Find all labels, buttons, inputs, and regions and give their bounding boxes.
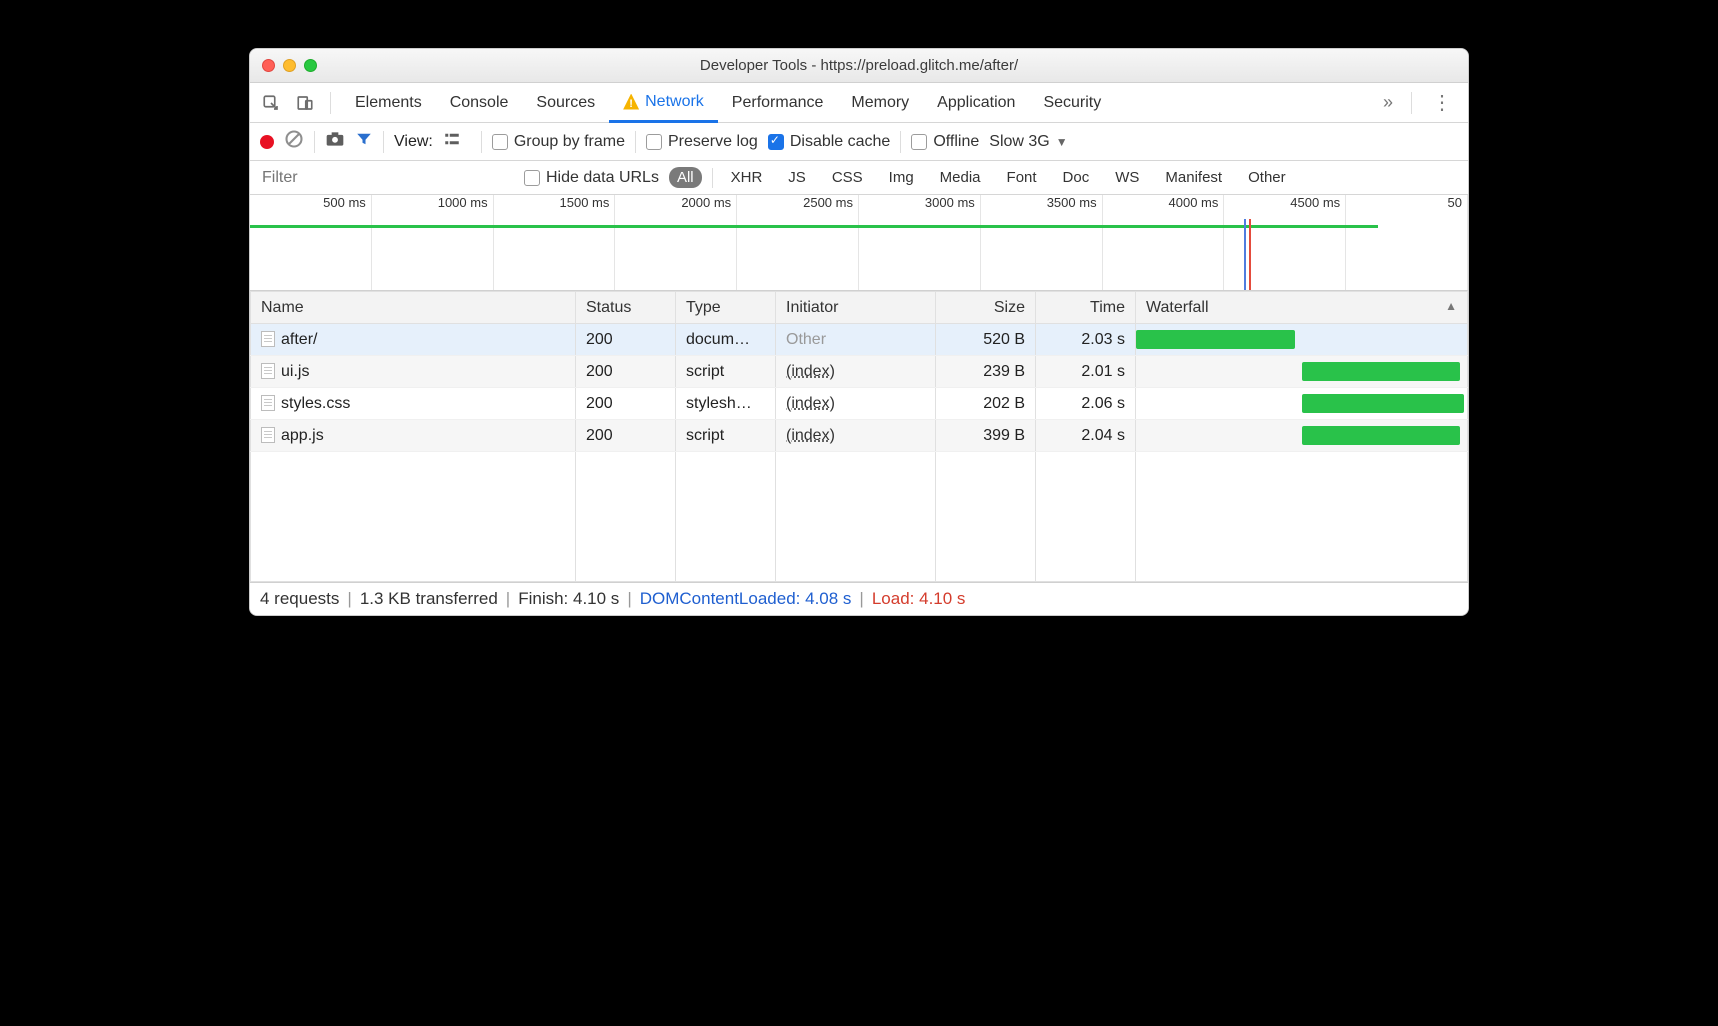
- type-filter-font[interactable]: Font: [999, 167, 1045, 188]
- initiator-link[interactable]: (index): [786, 395, 835, 412]
- type-filter-media[interactable]: Media: [932, 167, 989, 188]
- tab-console[interactable]: Console: [436, 83, 523, 122]
- timeline-activity-line: [250, 225, 1378, 228]
- throttling-select[interactable]: Slow 3G ▼: [989, 133, 1067, 151]
- timeline-tick: 50: [1346, 195, 1468, 219]
- clear-icon[interactable]: [284, 129, 304, 154]
- table-empty-area: [250, 452, 1468, 582]
- filter-input[interactable]: [254, 165, 514, 191]
- device-toggle-icon[interactable]: [290, 88, 320, 118]
- view-label: View:: [394, 133, 433, 151]
- disable-cache-checkbox[interactable]: Disable cache: [768, 133, 891, 151]
- tab-security[interactable]: Security: [1029, 83, 1115, 122]
- timeline-tick: 1000 ms: [372, 195, 494, 219]
- status-load: Load: 4.10 s: [872, 589, 966, 609]
- table-row[interactable]: ui.js200script(index)239 B2.01 s: [251, 356, 1468, 388]
- type-filter-ws[interactable]: WS: [1107, 167, 1147, 188]
- devtools-window: Developer Tools - https://preload.glitch…: [249, 48, 1469, 616]
- domcontentloaded-marker: [1244, 219, 1246, 290]
- type-filter-doc[interactable]: Doc: [1055, 167, 1098, 188]
- column-time[interactable]: Time: [1036, 292, 1136, 324]
- type-filter-xhr[interactable]: XHR: [723, 167, 771, 188]
- timeline-tick: 2500 ms: [737, 195, 859, 219]
- timeline-tick: 500 ms: [250, 195, 372, 219]
- waterfall-bar: [1302, 426, 1461, 445]
- initiator-link[interactable]: (index): [786, 427, 835, 444]
- main-tabs: ElementsConsoleSources!NetworkPerformanc…: [250, 83, 1468, 123]
- status-bar: 4 requests| 1.3 KB transferred| Finish: …: [250, 582, 1468, 615]
- inspect-icon[interactable]: [256, 88, 286, 118]
- status-dcl: DOMContentLoaded: 4.08 s: [640, 589, 852, 609]
- kebab-menu-icon[interactable]: ⋮: [1422, 90, 1462, 115]
- type-filter-img[interactable]: Img: [881, 167, 922, 188]
- record-button[interactable]: [260, 135, 274, 149]
- status-requests: 4 requests: [260, 589, 339, 609]
- preserve-log-checkbox[interactable]: Preserve log: [646, 133, 758, 151]
- waterfall-bar: [1136, 330, 1295, 349]
- waterfall-bar: [1302, 394, 1464, 413]
- more-tabs-chevron-icon[interactable]: »: [1375, 92, 1401, 113]
- network-toolbar: View: Group by frame Preserve log Disabl…: [250, 123, 1468, 161]
- type-filter-other[interactable]: Other: [1240, 167, 1294, 188]
- maximize-icon[interactable]: [304, 59, 317, 72]
- file-icon: [261, 427, 275, 443]
- screenshot-icon[interactable]: [325, 129, 345, 154]
- column-type[interactable]: Type: [676, 292, 776, 324]
- group-by-frame-checkbox[interactable]: Group by frame: [492, 133, 625, 151]
- large-rows-icon[interactable]: [443, 130, 461, 153]
- tab-performance[interactable]: Performance: [718, 83, 838, 122]
- load-marker: [1249, 219, 1251, 290]
- initiator-link[interactable]: (index): [786, 363, 835, 380]
- timeline-tick: 4000 ms: [1103, 195, 1225, 219]
- file-icon: [261, 363, 275, 379]
- column-name[interactable]: Name: [251, 292, 576, 324]
- tab-elements[interactable]: Elements: [341, 83, 436, 122]
- close-icon[interactable]: [262, 59, 275, 72]
- file-icon: [261, 395, 275, 411]
- column-waterfall[interactable]: Waterfall▲: [1136, 292, 1468, 324]
- type-filter-js[interactable]: JS: [780, 167, 814, 188]
- timeline-tick: 2000 ms: [615, 195, 737, 219]
- offline-checkbox[interactable]: Offline: [911, 133, 979, 151]
- status-finish: Finish: 4.10 s: [518, 589, 619, 609]
- filter-bar: Hide data URLs All XHR JS CSS Img Media Font Do…: [250, 161, 1468, 195]
- sort-indicator-icon: ▲: [1445, 299, 1457, 313]
- column-size[interactable]: Size: [936, 292, 1036, 324]
- traffic-lights: [262, 59, 317, 72]
- file-icon: [261, 331, 275, 347]
- warning-icon: !: [623, 94, 639, 110]
- hide-data-urls-checkbox[interactable]: Hide data URLs: [524, 169, 659, 187]
- tab-network[interactable]: !Network: [609, 83, 718, 123]
- timeline-tick: 4500 ms: [1224, 195, 1346, 219]
- waterfall-bar: [1302, 362, 1461, 381]
- table-row[interactable]: app.js200script(index)399 B2.04 s: [251, 420, 1468, 452]
- table-row[interactable]: after/200docum…Other520 B2.03 s: [251, 324, 1468, 356]
- tab-application[interactable]: Application: [923, 83, 1029, 122]
- tab-sources[interactable]: Sources: [522, 83, 609, 122]
- column-status[interactable]: Status: [576, 292, 676, 324]
- titlebar: Developer Tools - https://preload.glitch…: [250, 49, 1468, 83]
- timeline-tick: 3000 ms: [859, 195, 981, 219]
- timeline-tick: 1500 ms: [494, 195, 616, 219]
- tab-memory[interactable]: Memory: [837, 83, 923, 122]
- filter-icon[interactable]: [355, 130, 373, 153]
- chevron-down-icon: ▼: [1056, 135, 1068, 149]
- type-filter-all[interactable]: All: [669, 167, 702, 188]
- column-initiator[interactable]: Initiator: [776, 292, 936, 324]
- network-table: NameStatusTypeInitiatorSizeTimeWaterfall…: [250, 291, 1468, 452]
- timeline-tick: 3500 ms: [981, 195, 1103, 219]
- timeline-overview[interactable]: 500 ms1000 ms1500 ms2000 ms2500 ms3000 m…: [250, 195, 1468, 291]
- table-row[interactable]: styles.css200stylesh…(index)202 B2.06 s: [251, 388, 1468, 420]
- type-filter-css[interactable]: CSS: [824, 167, 871, 188]
- status-transferred: 1.3 KB transferred: [360, 589, 498, 609]
- type-filter-manifest[interactable]: Manifest: [1157, 167, 1230, 188]
- minimize-icon[interactable]: [283, 59, 296, 72]
- window-title: Developer Tools - https://preload.glitch…: [250, 57, 1468, 74]
